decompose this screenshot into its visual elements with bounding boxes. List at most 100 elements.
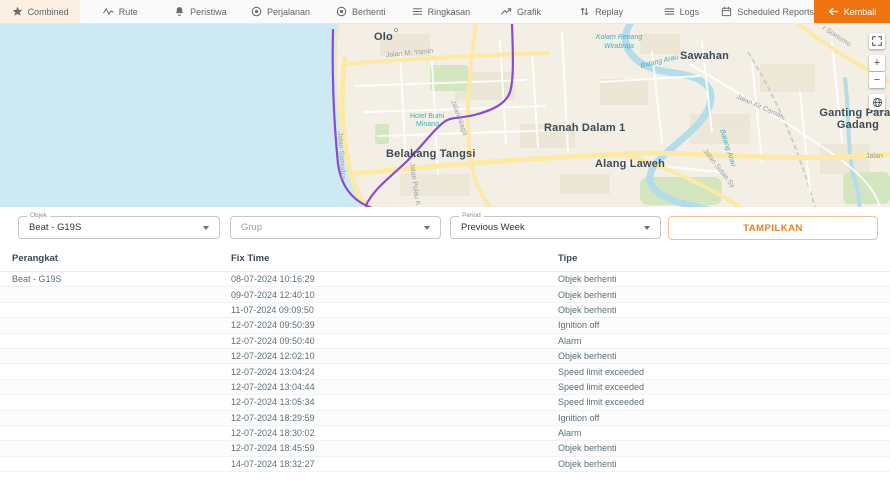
events-table: Perangkat Fix Time Tipe Beat - G19S08-07… — [0, 245, 890, 472]
table-row[interactable]: 12-07-2024 09:50:40Alarm — [0, 334, 890, 349]
chevron-down-icon — [203, 226, 209, 230]
cell-fix-time: 12-07-2024 18:30:02 — [231, 428, 558, 438]
cell-fix-time: 09-07-2024 12:40:10 — [231, 290, 558, 300]
cell-tipe: Ignition off — [558, 320, 890, 330]
tab-berhenti[interactable]: Berhenti — [321, 0, 401, 23]
table-row[interactable]: 12-07-2024 12:02:10Objek berhenti — [0, 349, 890, 364]
table-row[interactable]: 11-07-2024 09:09:50Objek berhenti — [0, 303, 890, 318]
fullscreen-button[interactable] — [869, 33, 885, 49]
table-row[interactable]: 12-07-2024 13:04:44Speed limit exceeded — [0, 380, 890, 395]
cell-perangkat: Beat - G19S — [12, 274, 231, 284]
column-fix-time: Fix Time — [231, 253, 558, 264]
label-belakang-tangsi: Belakang Tangsi — [386, 148, 476, 160]
app-window: Combined Rute Peristiwa Perjalanan Berhe… — [0, 0, 890, 500]
trend-icon — [501, 6, 512, 17]
table-row[interactable]: 12-07-2024 09:50:39Ignition off — [0, 318, 890, 333]
map-water — [0, 24, 370, 207]
table-header: Perangkat Fix Time Tipe — [0, 245, 890, 272]
cell-fix-time: 12-07-2024 13:04:44 — [231, 382, 558, 392]
cell-fix-time: 12-07-2024 12:02:10 — [231, 351, 558, 361]
cell-tipe: Alarm — [558, 336, 890, 346]
tab-scheduled-reports[interactable]: Scheduled Reports — [721, 0, 814, 23]
cell-fix-time: 11-07-2024 09:09:50 — [231, 305, 558, 315]
play-circle-icon — [251, 6, 262, 17]
tab-perjalanan[interactable]: Perjalanan — [240, 0, 320, 23]
label-olo: Olo — [374, 31, 393, 43]
back-button[interactable]: Kembali — [814, 0, 890, 23]
cell-tipe: Objek berhenti — [558, 305, 890, 315]
objek-select-value: Beat - G19S — [29, 222, 203, 233]
list-icon — [412, 6, 423, 17]
table-row[interactable]: 12-07-2024 18:29:59Ignition off — [0, 411, 890, 426]
tab-rute[interactable]: Rute — [80, 0, 160, 23]
cell-fix-time: 12-07-2024 13:04:24 — [231, 367, 558, 377]
tab-label: Ringkasan — [428, 7, 471, 17]
grup-select[interactable]: Grup — [230, 216, 441, 239]
tab-peristiwa[interactable]: Peristiwa — [160, 0, 240, 23]
column-tipe: Tipe — [558, 253, 890, 264]
map-canvas[interactable]: Olo Sawahan Ranah Dalam 1 Belakang Tangs… — [0, 24, 890, 207]
tab-logs[interactable]: Logs — [641, 0, 721, 23]
cell-tipe: Objek berhenti — [558, 443, 890, 453]
tab-label: Rute — [119, 7, 138, 17]
zoom-in-button[interactable]: + — [869, 55, 885, 71]
chevron-down-icon — [644, 226, 650, 230]
cell-tipe: Objek berhenti — [558, 274, 890, 284]
tab-label: Grafik — [517, 7, 541, 17]
table-row[interactable]: Beat - G19S08-07-2024 10:16:29Objek berh… — [0, 272, 890, 287]
zoom-out-button[interactable]: − — [869, 72, 885, 88]
label-kolam-line2: Wirabraja — [604, 43, 634, 50]
olo-marker-dot — [394, 28, 397, 31]
cell-fix-time: 14-07-2024 18:32:27 — [231, 459, 558, 469]
cell-tipe: Speed limit exceeded — [558, 367, 890, 377]
label-ganting-line2: Gadang — [837, 119, 879, 131]
tab-label: Scheduled Reports — [737, 7, 814, 17]
tab-label: Peristiwa — [190, 7, 227, 17]
activity-icon — [103, 6, 114, 17]
table-row[interactable]: 12-07-2024 18:45:59Objek berhenti — [0, 441, 890, 456]
globe-icon — [872, 97, 883, 108]
label-ranah-dalam: Ranah Dalam 1 — [544, 122, 625, 134]
table-row[interactable]: 12-07-2024 13:04:24Speed limit exceeded — [0, 364, 890, 379]
tab-label: Berhenti — [352, 7, 386, 17]
tab-label: Combined — [28, 7, 69, 17]
period-select[interactable]: Period Previous Week — [450, 216, 661, 239]
table-row[interactable]: 09-07-2024 12:40:10Objek berhenti — [0, 287, 890, 302]
stop-circle-icon — [336, 6, 347, 17]
label-hotel-line1: Hotel Bumi — [410, 113, 445, 120]
cell-tipe: Speed limit exceeded — [558, 397, 890, 407]
cell-fix-time: 12-07-2024 09:50:40 — [231, 336, 558, 346]
back-button-label: Kembali — [844, 7, 877, 17]
filter-bar: Objek Beat - G19S Grup Period Previous W… — [0, 207, 890, 245]
table-row[interactable]: 12-07-2024 13:05:34Speed limit exceeded — [0, 395, 890, 410]
tab-grafik[interactable]: Grafik — [481, 0, 561, 23]
objek-select-label: Objek — [27, 212, 50, 219]
back-arrow-icon — [828, 6, 839, 17]
table-row[interactable]: 14-07-2024 18:32:27Objek berhenti — [0, 457, 890, 472]
cell-fix-time: 12-07-2024 18:29:59 — [231, 413, 558, 423]
table-row[interactable]: 12-07-2024 18:30:02Alarm — [0, 426, 890, 441]
cell-fix-time: 12-07-2024 18:45:59 — [231, 443, 558, 453]
cell-fix-time: 08-07-2024 10:16:29 — [231, 274, 558, 284]
tab-label: Logs — [680, 7, 700, 17]
tab-replay[interactable]: Replay — [561, 0, 641, 23]
objek-select[interactable]: Objek Beat - G19S — [18, 216, 220, 239]
label-alang-laweh: Alang Laweh — [595, 158, 665, 170]
map-layers-button[interactable] — [869, 94, 885, 110]
tab-ringkasan[interactable]: Ringkasan — [401, 0, 481, 23]
tab-combined[interactable]: Combined — [0, 0, 80, 23]
chevron-down-icon — [424, 226, 430, 230]
calendar-icon — [721, 6, 732, 17]
cell-fix-time: 12-07-2024 09:50:39 — [231, 320, 558, 330]
cell-tipe: Ignition off — [558, 413, 890, 423]
fullscreen-icon — [872, 36, 882, 46]
cell-tipe: Objek berhenti — [558, 459, 890, 469]
period-select-value: Previous Week — [461, 222, 644, 233]
tab-bar: Combined Rute Peristiwa Perjalanan Berhe… — [0, 0, 890, 24]
tampilkan-button[interactable]: TAMPILKAN — [668, 216, 878, 240]
cell-tipe: Speed limit exceeded — [558, 382, 890, 392]
period-select-label: Period — [459, 212, 484, 219]
label-jalan-right: Jalan — [866, 153, 883, 160]
menu-icon — [664, 6, 675, 17]
table-body: Beat - G19S08-07-2024 10:16:29Objek berh… — [0, 272, 890, 472]
